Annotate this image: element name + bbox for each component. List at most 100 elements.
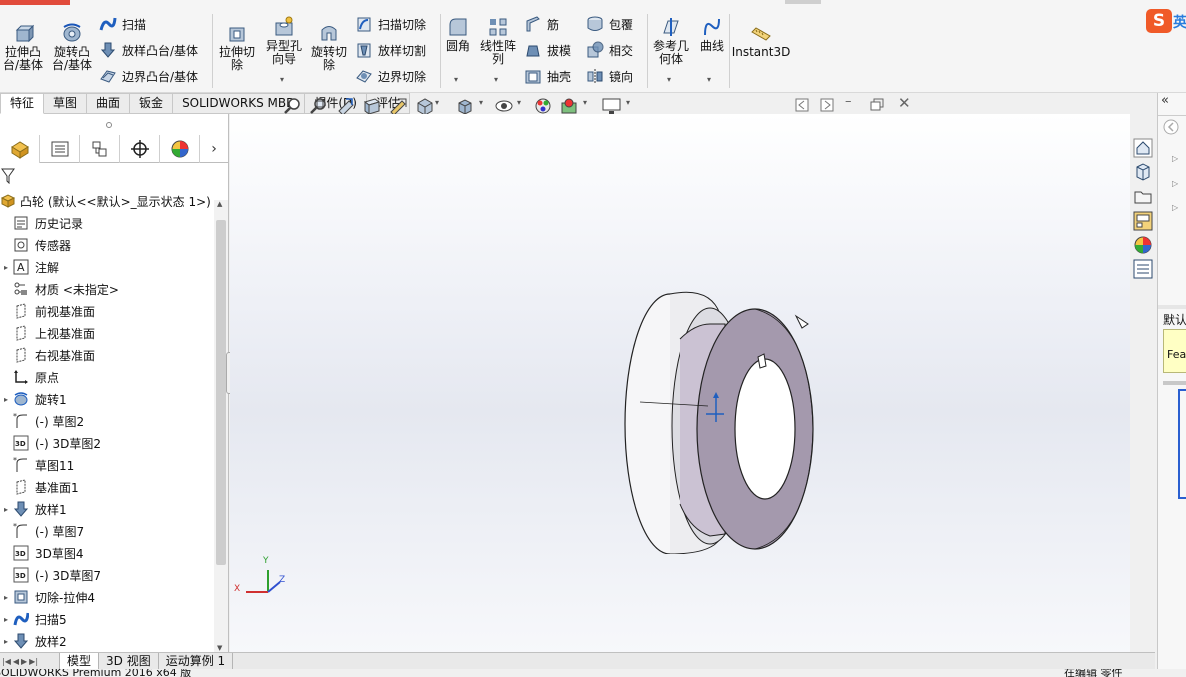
fillet-button[interactable]: 圆角 xyxy=(443,16,473,53)
minimize-window-icon[interactable]: – xyxy=(845,94,852,109)
tree-item[interactable]: ▸ 放样1 xyxy=(0,498,213,520)
cam-part-model[interactable] xyxy=(610,284,830,554)
hole-wizard-button[interactable]: 异型孔 向导 xyxy=(262,16,306,66)
appearances-icon[interactable] xyxy=(1133,235,1153,255)
design-library-icon[interactable] xyxy=(1133,162,1153,182)
filter-icon[interactable] xyxy=(1,168,15,184)
tree-item[interactable]: 原点 xyxy=(0,366,213,388)
collapse-task-pane-icon[interactable]: « xyxy=(1161,93,1169,108)
tab-navigation-arrows[interactable]: |◀ ◀ ▶ ▶| xyxy=(0,653,60,670)
sweep-button[interactable]: 扫描 xyxy=(99,15,146,33)
hole-wizard-dropdown-icon[interactable]: ▾ xyxy=(280,75,284,84)
boundary-boss-button[interactable]: 边界凸台/基体 xyxy=(99,67,198,85)
tab-3d-views[interactable]: 3D 视图 xyxy=(99,653,159,670)
boundary-cut-button[interactable]: 边界切除 xyxy=(355,67,426,85)
tree-item[interactable]: 基准面1 xyxy=(0,476,213,498)
configuration-manager-tab[interactable] xyxy=(80,135,120,163)
display-style-icon[interactable] xyxy=(455,97,475,115)
resources-home-icon[interactable] xyxy=(1133,138,1153,158)
first-tab-icon[interactable]: |◀ xyxy=(2,657,11,666)
tabs-scroll-right-icon[interactable]: › xyxy=(200,135,228,163)
view-orientation-icon[interactable] xyxy=(415,97,435,115)
tree-item[interactable]: ▸ 切除-拉伸4 xyxy=(0,586,213,608)
prev-tab-icon[interactable]: ◀ xyxy=(13,657,19,666)
tree-vertical-scrollbar[interactable]: ▲ ▼ xyxy=(214,200,228,654)
custom-properties-icon[interactable] xyxy=(1133,259,1153,279)
view-settings-icon[interactable] xyxy=(601,97,623,115)
extrude-boss-button[interactable]: 拉伸凸 台/基体 xyxy=(2,22,44,72)
dynamic-annotation-icon[interactable] xyxy=(388,97,408,115)
expand-node-icon[interactable]: ▷ xyxy=(1172,203,1178,212)
view-palette-icon[interactable] xyxy=(1133,211,1153,231)
tree-item[interactable]: 传感器 xyxy=(0,234,213,256)
back-arrow-icon[interactable] xyxy=(1163,119,1179,135)
linear-pattern-dropdown-icon[interactable]: ▾ xyxy=(494,75,498,84)
tree-item[interactable]: 材质 <未指定> xyxy=(0,278,213,300)
tree-item[interactable]: 3D (-) 3D草图2 xyxy=(0,432,213,454)
loft-boss-button[interactable]: 放样凸台/基体 xyxy=(99,41,198,59)
tree-item[interactable]: ▸ 放样2 xyxy=(0,630,213,652)
curves-dropdown-icon[interactable]: ▾ xyxy=(707,75,711,84)
tree-item[interactable]: 3D (-) 3D草图7 xyxy=(0,564,213,586)
lofted-cut-button[interactable]: 放样切割 xyxy=(355,41,426,59)
expand-arrow-icon[interactable]: ▸ xyxy=(0,395,12,404)
tree-item[interactable]: ▸ 扫描5 xyxy=(0,608,213,630)
tree-item[interactable]: 历史记录 xyxy=(0,212,213,234)
hide-show-items-icon[interactable] xyxy=(494,97,514,115)
apply-scene-icon[interactable] xyxy=(559,97,579,115)
ime-mode-icon[interactable]: 英 xyxy=(1173,12,1186,30)
reference-geometry-button[interactable]: 参考几 何体 xyxy=(651,16,691,66)
tree-item[interactable]: 右视基准面 xyxy=(0,344,213,366)
panel-splitter-handle-icon[interactable] xyxy=(106,122,112,128)
tree-item[interactable]: ▸ A 注解 xyxy=(0,256,213,278)
extrude-cut-button[interactable]: 拉伸切 除 xyxy=(216,22,258,72)
wrap-button[interactable]: 包覆 xyxy=(586,15,633,33)
expand-arrow-icon[interactable]: ▸ xyxy=(0,505,12,514)
sogou-ime-logo-icon[interactable]: S xyxy=(1146,9,1172,33)
expand-arrow-icon[interactable]: ▸ xyxy=(0,637,12,646)
edit-appearance-icon[interactable] xyxy=(534,97,554,115)
display-style-dropdown-icon[interactable]: ▾ xyxy=(479,98,483,107)
linear-pattern-button[interactable]: 线性阵 列 xyxy=(478,16,518,66)
shell-button[interactable]: 抽壳 xyxy=(524,67,571,85)
fillet-dropdown-icon[interactable]: ▾ xyxy=(454,75,458,84)
property-manager-tab[interactable] xyxy=(40,135,80,163)
display-manager-tab[interactable] xyxy=(160,135,200,163)
view-settings-dropdown-icon[interactable]: ▾ xyxy=(626,98,630,107)
mirror-button[interactable]: 镜向 xyxy=(586,67,633,85)
restore-window-icon[interactable] xyxy=(870,98,884,112)
scrollbar-thumb[interactable] xyxy=(216,220,226,565)
draft-button[interactable]: 拔模 xyxy=(524,41,571,59)
expand-node-icon[interactable]: ▷ xyxy=(1172,179,1178,188)
next-document-icon[interactable] xyxy=(820,98,834,112)
dimxpert-manager-tab[interactable] xyxy=(120,135,160,163)
previous-view-icon[interactable] xyxy=(336,97,356,115)
section-view-icon[interactable] xyxy=(362,97,382,115)
close-window-icon[interactable]: ✕ xyxy=(898,94,911,112)
expand-node-icon[interactable]: ▷ xyxy=(1172,154,1178,163)
tree-item[interactable]: * 草图11 xyxy=(0,454,213,476)
graphics-area[interactable]: Y X Z xyxy=(230,114,1155,655)
revolve-cut-button[interactable]: 旋转切 除 xyxy=(308,22,350,72)
hide-show-dropdown-icon[interactable]: ▾ xyxy=(517,98,521,107)
tree-item[interactable]: * (-) 草图2 xyxy=(0,410,213,432)
scroll-up-arrow-icon[interactable]: ▲ xyxy=(217,200,222,208)
instant3d-button[interactable]: Instant3D xyxy=(732,22,790,59)
feature-manager-tab[interactable] xyxy=(0,135,40,163)
tree-item[interactable]: 3D 3D草图4 xyxy=(0,542,213,564)
file-explorer-icon[interactable] xyxy=(1133,187,1153,207)
reference-geometry-dropdown-icon[interactable]: ▾ xyxy=(667,75,671,84)
expand-arrow-icon[interactable]: ▸ xyxy=(0,263,12,272)
tree-root-part[interactable]: 凸轮 (默认<<默认>_显示状态 1>) xyxy=(0,190,211,212)
expand-arrow-icon[interactable]: ▸ xyxy=(0,593,12,602)
expand-arrow-icon[interactable]: ▸ xyxy=(0,615,12,624)
tree-item[interactable]: 前视基准面 xyxy=(0,300,213,322)
tab-model[interactable]: 模型 xyxy=(60,653,100,670)
zoom-to-fit-icon[interactable] xyxy=(283,97,303,115)
zoom-to-area-icon[interactable] xyxy=(309,97,329,115)
curves-button[interactable]: 曲线 xyxy=(697,16,727,53)
tree-item[interactable]: ▸ 旋转1 xyxy=(0,388,213,410)
apply-scene-dropdown-icon[interactable]: ▾ xyxy=(583,98,587,107)
tab-motion-study[interactable]: 运动算例 1 xyxy=(159,653,234,670)
tree-item[interactable]: * (-) 草图7 xyxy=(0,520,213,542)
